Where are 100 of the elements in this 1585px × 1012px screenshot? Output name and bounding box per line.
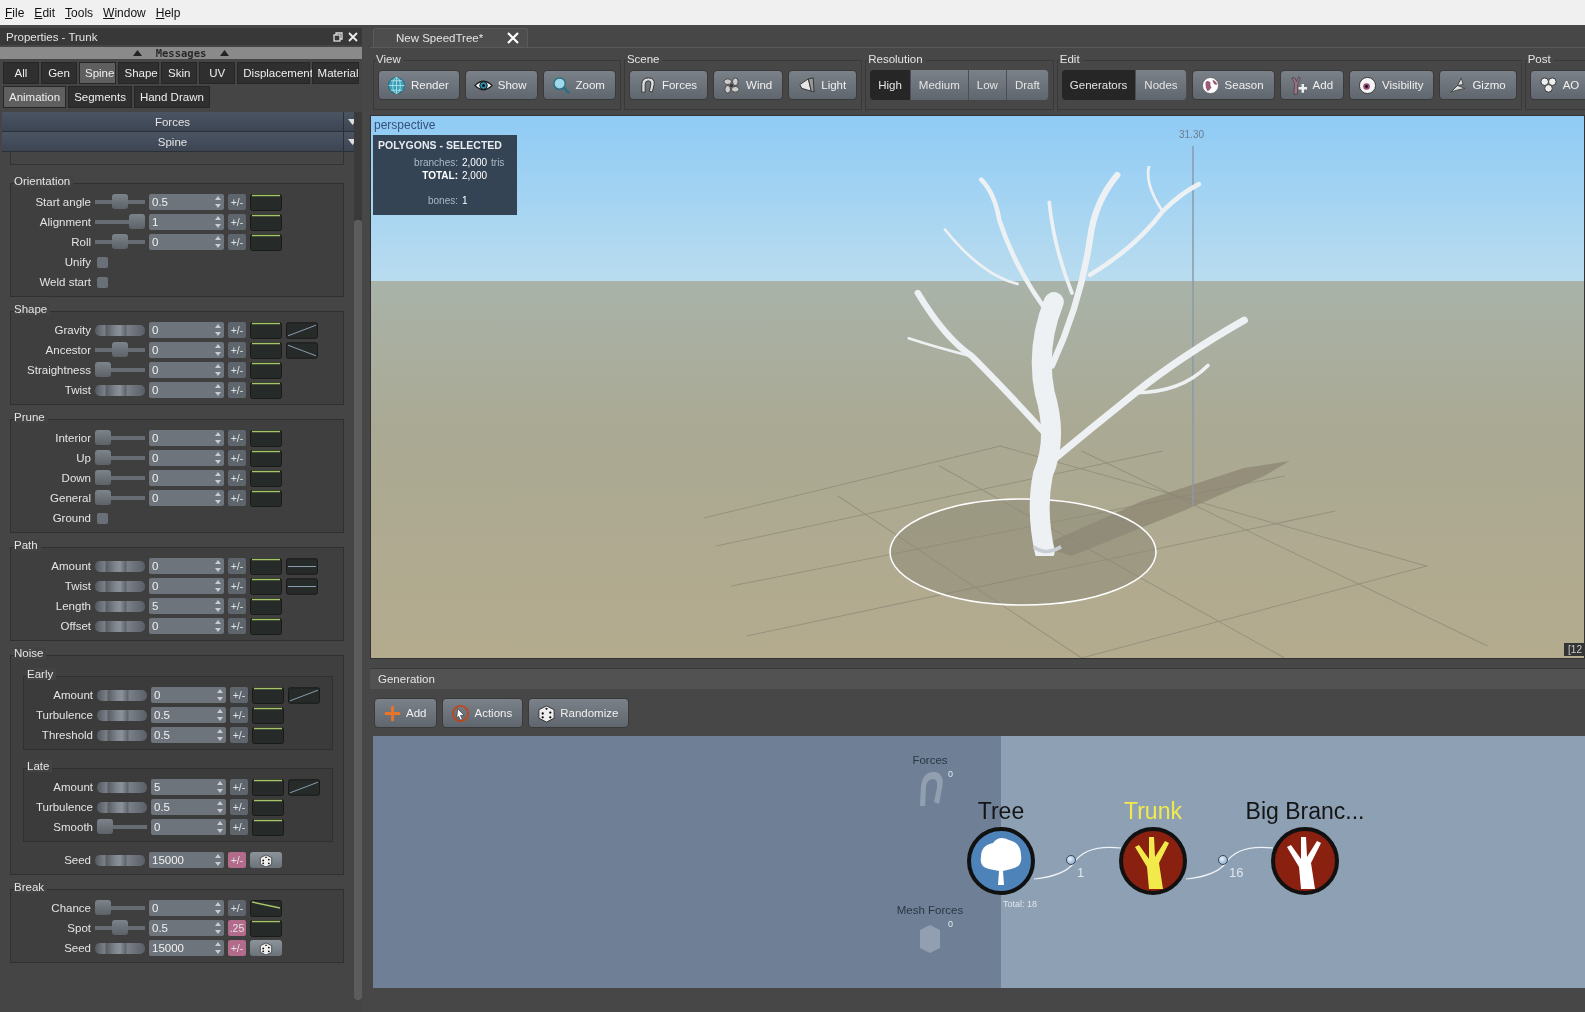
spin-arrows-icon[interactable]	[214, 214, 222, 230]
variance-button[interactable]: +/-	[230, 707, 248, 723]
number-field[interactable]: 0	[151, 819, 226, 835]
variance-button[interactable]: +/-	[230, 779, 248, 795]
link-handle[interactable]	[1218, 855, 1228, 865]
property-tab[interactable]: UV	[199, 62, 236, 84]
variance-button[interactable]: +/-	[228, 322, 246, 338]
toolbar-button[interactable]: Zoom	[542, 70, 616, 100]
restore-icon[interactable]	[333, 31, 343, 42]
number-field[interactable]: 5	[149, 598, 224, 614]
curve-preview[interactable]	[250, 469, 282, 487]
toolbar-button[interactable]: Add	[1279, 70, 1345, 100]
slider-thumb[interactable]	[112, 342, 128, 357]
scrub-wheel[interactable]	[95, 620, 145, 632]
property-tab[interactable]: All	[3, 62, 39, 84]
number-field[interactable]: 0.5	[151, 707, 226, 723]
number-field[interactable]: 0	[149, 558, 224, 574]
scrub-wheel[interactable]	[97, 729, 147, 741]
number-field[interactable]: 15000	[149, 852, 224, 868]
curve-preview[interactable]	[250, 449, 282, 467]
menu-item[interactable]: File	[5, 5, 25, 20]
curve-preview[interactable]	[252, 706, 284, 724]
spin-arrows-icon[interactable]	[216, 687, 224, 703]
toolbar-button[interactable]: Randomize	[528, 698, 630, 728]
variance-button[interactable]: +/-	[228, 430, 246, 446]
close-icon[interactable]	[348, 31, 358, 42]
spin-arrows-icon[interactable]	[214, 852, 222, 868]
spin-arrows-icon[interactable]	[214, 342, 222, 358]
profile-preview[interactable]	[286, 321, 318, 339]
variance-button[interactable]: +/-	[230, 727, 248, 743]
toolbar-button[interactable]: Add	[374, 698, 438, 728]
spin-arrows-icon[interactable]	[214, 618, 222, 634]
number-field[interactable]: 0	[149, 234, 224, 250]
scrub-wheel[interactable]	[97, 689, 147, 701]
scrub-wheel[interactable]	[97, 801, 147, 813]
curve-preview[interactable]	[252, 818, 284, 836]
toolbar-button[interactable]: Wind	[713, 70, 784, 100]
toolbar-button[interactable]: Season	[1191, 70, 1275, 100]
number-field[interactable]: 0	[149, 322, 224, 338]
toolbar-button[interactable]: Gizmo	[1439, 70, 1517, 100]
slider-thumb[interactable]	[95, 430, 111, 445]
spin-arrows-icon[interactable]	[216, 727, 224, 743]
spin-arrows-icon[interactable]	[214, 558, 222, 574]
scrub-wheel[interactable]	[95, 580, 145, 592]
node-label[interactable]: Forces	[885, 754, 975, 766]
spin-arrows-icon[interactable]	[214, 382, 222, 398]
spin-arrows-icon[interactable]	[214, 450, 222, 466]
spin-arrows-icon[interactable]	[214, 920, 222, 936]
number-field[interactable]: 0.5	[151, 799, 226, 815]
scrub-wheel[interactable]	[95, 942, 145, 954]
spin-arrows-icon[interactable]	[216, 707, 224, 723]
curve-preview[interactable]	[250, 381, 282, 399]
profile-preview[interactable]	[288, 686, 320, 704]
curve-preview[interactable]	[250, 617, 282, 635]
messages-bar[interactable]: Messages	[0, 47, 362, 59]
variance-button[interactable]: +/-	[228, 852, 246, 868]
variance-button[interactable]: +/-	[228, 940, 246, 956]
toolbar-button[interactable]: Light	[788, 70, 858, 100]
curve-preview[interactable]	[250, 233, 282, 251]
spin-arrows-icon[interactable]	[214, 234, 222, 250]
property-tab[interactable]: Hand Drawn	[133, 86, 210, 108]
variance-button[interactable]: +/-	[228, 558, 246, 574]
slider-thumb[interactable]	[95, 490, 111, 505]
curve-preview[interactable]	[250, 429, 282, 447]
scrub-wheel[interactable]	[97, 709, 147, 721]
checkbox[interactable]	[97, 256, 108, 268]
variance-button[interactable]: +/-	[228, 598, 246, 614]
randomize-button[interactable]	[250, 940, 282, 956]
spin-arrows-icon[interactable]	[214, 940, 222, 956]
variance-button[interactable]: +/-	[230, 799, 248, 815]
slider-thumb[interactable]	[95, 362, 111, 377]
node-graph[interactable]: 1 16 Forces 0 Mesh Forces 0 Tree Trunk Big Branc... Total: 18	[373, 736, 1585, 988]
scrub-wheel[interactable]	[97, 781, 147, 793]
curve-preview[interactable]	[250, 341, 282, 359]
toolbar-button[interactable]: Render	[378, 70, 460, 100]
toolbar-button[interactable]: Actions	[442, 698, 524, 728]
section-header[interactable]: Forces	[2, 112, 354, 132]
variance-button[interactable]: +/-	[228, 490, 246, 506]
toolbar-button[interactable]: AO	[1529, 70, 1585, 100]
profile-preview[interactable]	[286, 577, 318, 595]
segment-button[interactable]: High	[870, 70, 911, 100]
spin-arrows-icon[interactable]	[214, 578, 222, 594]
number-field[interactable]: 0.5	[151, 727, 226, 743]
number-field[interactable]: 0	[149, 618, 224, 634]
branch-node-icon[interactable]	[1271, 827, 1339, 895]
number-field[interactable]: 0	[149, 382, 224, 398]
curve-preview[interactable]	[250, 193, 282, 211]
slider-thumb[interactable]	[95, 470, 111, 485]
property-tab[interactable]: Spine	[79, 62, 117, 84]
variance-button[interactable]: +/-	[228, 362, 246, 378]
slider-thumb[interactable]	[112, 234, 128, 249]
curve-preview[interactable]	[252, 798, 284, 816]
segment-button[interactable]: Draft	[1006, 70, 1049, 100]
number-field[interactable]: 0.5	[149, 920, 224, 936]
curve-preview[interactable]	[250, 489, 282, 507]
variance-button[interactable]: +/-	[228, 214, 246, 230]
branch-node-icon[interactable]	[1119, 827, 1187, 895]
document-tab[interactable]: New SpeedTree*	[373, 28, 529, 47]
slider-thumb[interactable]	[112, 194, 128, 209]
checkbox[interactable]	[97, 512, 108, 524]
